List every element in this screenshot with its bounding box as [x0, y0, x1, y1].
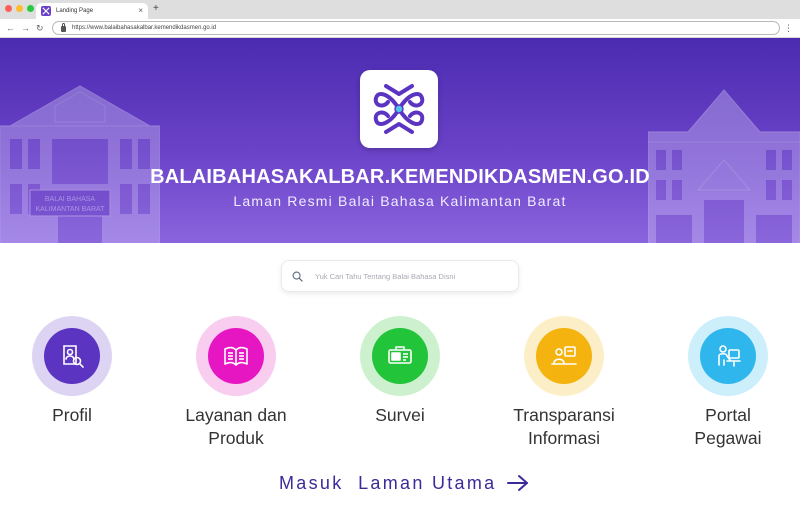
browser-menu-button[interactable]: ⋮ — [784, 22, 793, 34]
maximize-window-button[interactable] — [27, 5, 34, 12]
menu-item-layanan-produk[interactable]: Layanan dan Produk — [161, 316, 311, 450]
menu-icon-circle — [208, 328, 264, 384]
enter-main-page-link[interactable]: Masuk Laman Utama — [279, 468, 530, 498]
employee-portal-icon — [718, 345, 741, 367]
site-title: BALAIBAHASAKALBAR.KEMENDIKDASMEN.GO.ID — [150, 166, 650, 188]
enter-main-page-label: Masuk Laman Utama — [279, 472, 497, 493]
menu-item-portal-pegawai[interactable]: Portal Pegawai — [653, 316, 800, 450]
url-text: https://www.balaibahasakalbar.kemendikda… — [72, 25, 217, 31]
tab-bar: Landing Page × + — [0, 0, 800, 19]
profile-search-icon — [63, 345, 84, 368]
hero-banner: BALAI BAHASA KALIMANTAN BARAT BALAIBAHAS… — [0, 38, 800, 243]
favicon-icon — [41, 6, 51, 16]
menu-icon-ring — [32, 316, 112, 396]
menu-icon-ring — [196, 316, 276, 396]
tab-landing-page[interactable]: Landing Page × — [36, 3, 148, 19]
survey-icon — [388, 346, 412, 364]
menu-item-transparansi-informasi[interactable]: Transparansi Informasi — [489, 316, 639, 450]
menu-icon-circle — [372, 328, 428, 384]
menu-label-portal-pegawai: Portal Pegawai — [694, 405, 762, 448]
browser-chrome: Landing Page × + ← → ↻ https://www.balai… — [0, 0, 800, 38]
menu-label-layanan-produk: Layanan dan Produk — [185, 405, 287, 448]
tab-title: Landing Page — [56, 8, 94, 14]
new-tab-button[interactable]: + — [153, 3, 159, 15]
book-icon — [224, 346, 248, 366]
site-logo[interactable] — [360, 70, 438, 148]
search-icon — [292, 271, 303, 282]
close-window-button[interactable] — [5, 5, 12, 12]
forward-button[interactable]: → — [21, 22, 30, 34]
menu-label-profil: Profil — [52, 405, 92, 425]
address-bar[interactable]: https://www.balaibahasakalbar.kemendikda… — [52, 21, 780, 35]
navigation-bar: ← → ↻ https://www.balaibahasakalbar.keme… — [0, 19, 800, 38]
reload-button[interactable]: ↻ — [36, 22, 44, 34]
search-box[interactable] — [281, 260, 519, 292]
balai-bahasa-logo-icon — [373, 84, 425, 134]
menu-label-survei: Survei — [375, 405, 425, 425]
left-building-illustration: BALAI BAHASA KALIMANTAN BARAT — [0, 85, 160, 243]
menu-icon-ring — [688, 316, 768, 396]
menu-icon-circle — [44, 328, 100, 384]
menu-item-survei[interactable]: Survei — [325, 316, 475, 427]
search-input[interactable] — [315, 271, 518, 281]
menu-item-profil[interactable]: Profil — [0, 316, 147, 427]
right-building-illustration — [648, 89, 800, 243]
minimize-window-button[interactable] — [16, 5, 23, 12]
menu-icon-circle — [700, 328, 756, 384]
arrow-right-icon — [506, 474, 530, 492]
tab-close-button[interactable]: × — [138, 7, 143, 15]
site-subtitle: Laman Resmi Balai Bahasa Kalimantan Bara… — [233, 193, 567, 209]
transparency-icon — [551, 346, 577, 365]
lock-icon — [61, 23, 66, 32]
menu-label-transparansi-informasi: Transparansi Informasi — [513, 405, 615, 448]
menu-icon-ring — [360, 316, 440, 396]
menu-icon-ring — [524, 316, 604, 396]
window-controls — [5, 5, 34, 12]
back-button[interactable]: ← — [6, 22, 15, 34]
menu-icon-circle — [536, 328, 592, 384]
